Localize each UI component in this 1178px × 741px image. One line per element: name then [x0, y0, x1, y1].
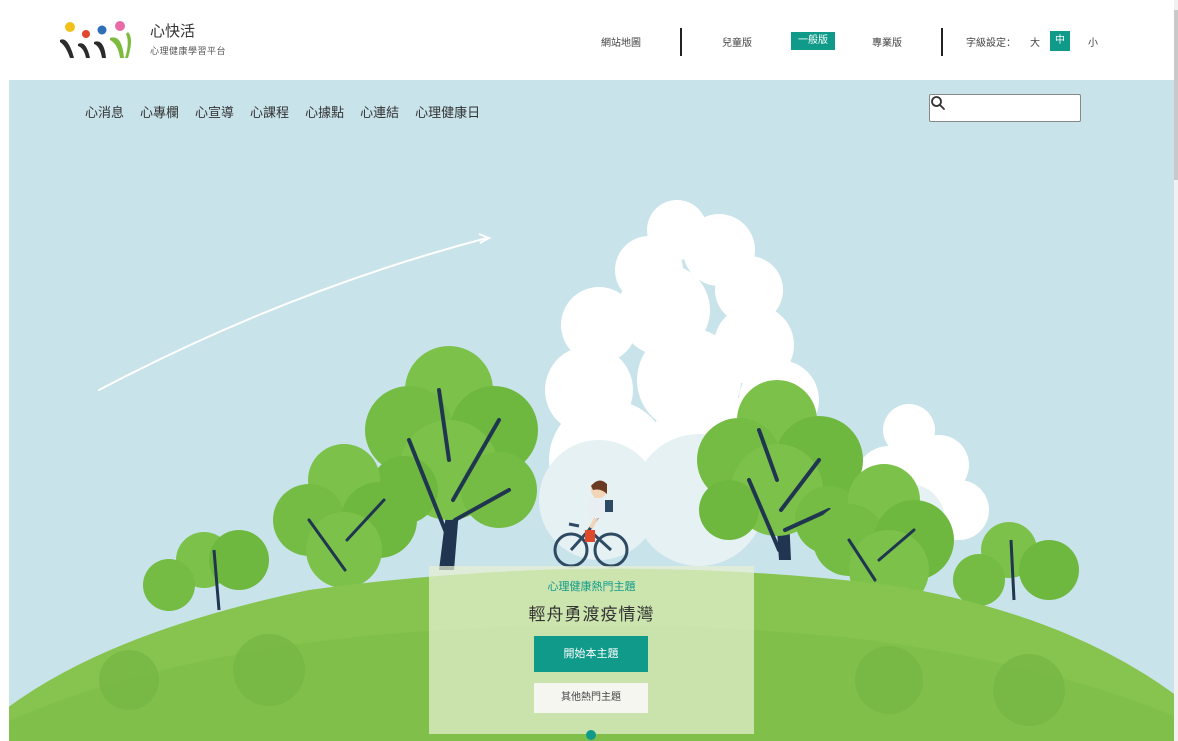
hero-banner: 心消息 心專欄 心宣導 心課程 心據點 心連結 心理健康日 心理健康熱門主題 輕…: [9, 80, 1174, 741]
nav-item-news[interactable]: 心消息: [85, 102, 124, 121]
main-nav: 心消息 心專欄 心宣導 心課程 心據點 心連結 心理健康日: [85, 102, 480, 121]
nav-item-column[interactable]: 心專欄: [140, 102, 179, 121]
nav-item-promotion[interactable]: 心宣導: [195, 102, 234, 121]
brand-title: 心快活: [150, 22, 196, 40]
kids-version-link[interactable]: 兒童版: [722, 34, 752, 49]
featured-topic-panel: 心理健康熱門主題 輕舟勇渡疫情灣 開始本主題 其他熱門主題: [429, 566, 754, 734]
search-input[interactable]: [956, 98, 1074, 118]
sitemap-link[interactable]: 網站地圖: [601, 34, 641, 49]
featured-topic-category: 心理健康熱門主題: [547, 580, 636, 593]
font-size-medium-button[interactable]: 中: [1050, 31, 1070, 51]
nav-item-mental-health-day[interactable]: 心理健康日: [415, 102, 480, 121]
pro-version-link[interactable]: 專業版: [872, 34, 902, 49]
search-icon[interactable]: [930, 95, 946, 111]
font-size-large-button[interactable]: 大: [1030, 34, 1040, 49]
featured-topic-title: 輕舟勇渡疫情灣: [528, 605, 655, 625]
nav-item-courses[interactable]: 心課程: [250, 102, 289, 121]
start-topic-button[interactable]: 開始本主題: [534, 636, 648, 672]
font-size-label: 字級設定：: [966, 38, 1016, 49]
other-topics-button[interactable]: 其他熱門主題: [534, 683, 648, 713]
general-version-button[interactable]: 一般版: [791, 32, 835, 50]
site-logo[interactable]: [58, 18, 136, 62]
search-box[interactable]: [929, 94, 1081, 122]
page-scrollbar[interactable]: [1174, 0, 1178, 741]
nav-item-links[interactable]: 心連結: [360, 102, 399, 121]
scrollbar-thumb[interactable]: [1174, 10, 1178, 180]
font-size-small-button[interactable]: 小: [1088, 34, 1098, 49]
carousel-indicator[interactable]: [586, 730, 596, 740]
brand-subtitle: 心理健康學習平台: [150, 47, 227, 57]
nav-item-locations[interactable]: 心據點: [305, 102, 344, 121]
site-header: 心快活 心理健康學習平台 網站地圖 兒童版 一般版 專業版 字級設定： 大 中 …: [0, 0, 1174, 80]
divider: [941, 28, 943, 56]
divider: [680, 28, 682, 56]
